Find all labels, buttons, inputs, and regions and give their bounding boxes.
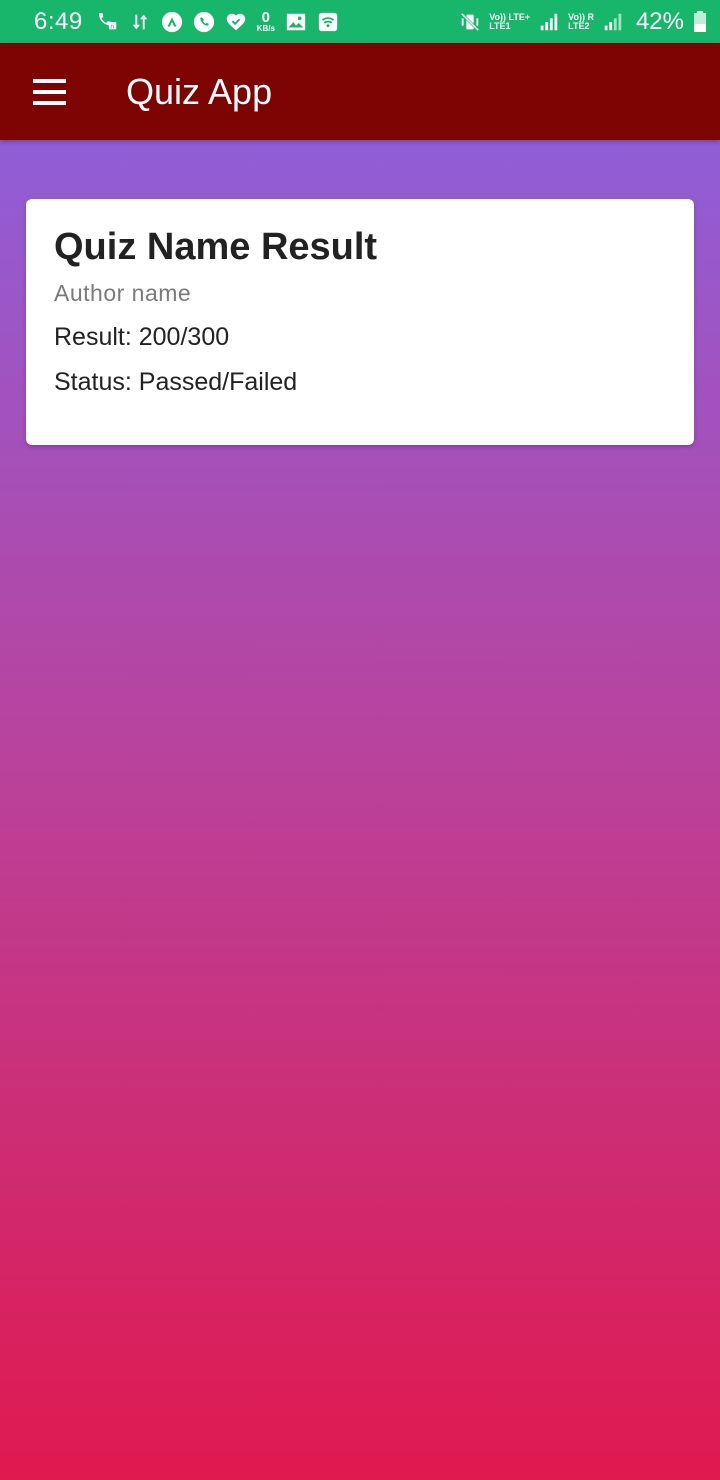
author-name: Author name	[54, 280, 192, 306]
status-bar: 6:49 n 0 KB/s Vo)) LTE+ LTE1 Vo)) R LTE2…	[0, 0, 720, 43]
sim1-network-bottom: LTE1	[489, 20, 511, 31]
screen: 6:49 n 0 KB/s Vo)) LTE+ LTE1 Vo)) R LTE2…	[0, 0, 720, 1480]
battery-icon	[694, 11, 706, 32]
heart-check-icon	[225, 11, 247, 33]
sim1-network: Vo)) LTE+ LTE1	[489, 12, 530, 31]
image-icon	[285, 11, 307, 33]
wifi-icon	[317, 11, 339, 33]
main-content: Quiz Name Result Author name Result: 200…	[0, 140, 720, 1480]
network-speed-unit: KB/s	[256, 24, 275, 33]
mute-vibrate-icon	[459, 11, 481, 33]
status-system-icons: Vo)) LTE+ LTE1 Vo)) R LTE2 42%	[459, 8, 706, 36]
app-bar: Quiz App	[0, 43, 720, 140]
sim2-network-bottom: LTE2	[568, 20, 590, 31]
result-status: Status: Passed/Failed	[54, 368, 298, 396]
status-time: 6:49	[34, 7, 83, 35]
signal-icon	[538, 11, 560, 33]
network-speed: 0 KB/s	[257, 10, 275, 33]
status-notification-icons: n 0 KB/s	[97, 10, 339, 33]
svg-text:n: n	[110, 22, 114, 30]
app-a-icon	[161, 11, 183, 33]
whatsapp-icon	[193, 11, 215, 33]
sim2-network: Vo)) R LTE2	[568, 12, 594, 31]
result-score: Result: 200/300	[54, 323, 230, 351]
call-forward-icon: n	[97, 11, 119, 33]
battery-percentage: 42%	[635, 7, 684, 35]
result-card[interactable]: Quiz Name Result Author name Result: 200…	[26, 199, 694, 445]
signal-icon	[602, 11, 624, 33]
data-transfer-icon	[129, 11, 151, 33]
network-speed-value: 0	[261, 9, 270, 26]
quiz-result-title: Quiz Name Result	[54, 226, 378, 268]
hamburger-menu-icon[interactable]	[33, 78, 67, 105]
app-title: Quiz App	[126, 70, 273, 112]
